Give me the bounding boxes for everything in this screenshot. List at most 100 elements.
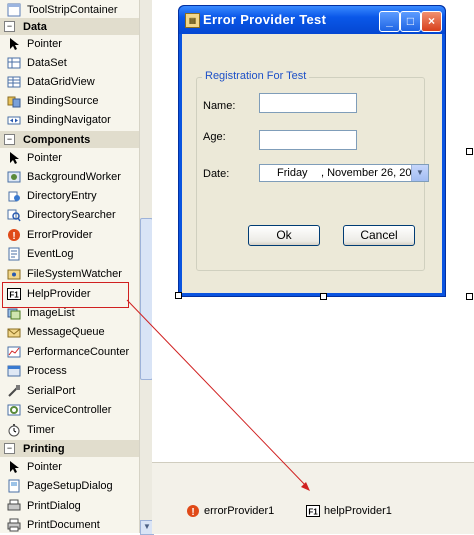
toolbox-item-label: PrintDocument bbox=[27, 518, 100, 531]
toolbox-item-dataset[interactable]: DataSet bbox=[0, 53, 140, 72]
toolbox-item-label: ErrorProvider bbox=[27, 228, 93, 241]
selection-handle[interactable] bbox=[320, 293, 327, 300]
help-f1-icon: F1 bbox=[306, 504, 320, 518]
toolbox-item-bindingnavigator[interactable]: BindingNavigator bbox=[0, 110, 140, 129]
toolbox-item-printdocument[interactable]: PrintDocument bbox=[0, 515, 140, 533]
age-input[interactable] bbox=[259, 130, 357, 150]
svg-text:!: ! bbox=[12, 231, 15, 242]
selection-handle[interactable] bbox=[466, 293, 473, 300]
dataset-icon bbox=[7, 56, 21, 70]
toolbox-item-performancecounter[interactable]: PerformanceCounter bbox=[0, 342, 140, 361]
chevron-down-icon[interactable]: ▼ bbox=[411, 165, 428, 181]
maximize-icon[interactable]: □ bbox=[400, 11, 421, 32]
name-label: Name: bbox=[203, 100, 236, 112]
toolbox-item-errorprovider[interactable]: ! ErrorProvider bbox=[0, 225, 140, 244]
performancecounter-icon bbox=[7, 345, 21, 359]
toolbox-item-label: PageSetupDialog bbox=[27, 479, 113, 492]
backgroundworker-icon bbox=[7, 170, 21, 184]
toolbox-item-label: Timer bbox=[27, 423, 55, 436]
form-title: Error Provider Test bbox=[203, 12, 327, 27]
toolbox-item-label: EventLog bbox=[27, 247, 74, 260]
toolbox-item-pointer[interactable]: Pointer bbox=[0, 34, 140, 53]
toolbox-item-label: ImageList bbox=[27, 306, 75, 319]
datagridview-icon bbox=[7, 75, 21, 89]
toolbox-item-messagequeue[interactable]: MessageQueue bbox=[0, 322, 140, 341]
toolbox-item-process[interactable]: Process bbox=[0, 361, 140, 380]
toolbox-item-directorysearcher[interactable]: DirectorySearcher bbox=[0, 205, 140, 224]
toolbox-item-label: PrintDialog bbox=[27, 499, 81, 512]
toolbox-item-label: SerialPort bbox=[27, 384, 76, 397]
pointer-icon bbox=[7, 151, 21, 165]
toolbox-item-bindingsource[interactable]: BindingSource bbox=[0, 91, 140, 110]
toolbox-item-eventlog[interactable]: EventLog bbox=[0, 244, 140, 263]
selection-handle[interactable] bbox=[175, 292, 182, 299]
toolbox-item-filesystemwatcher[interactable]: FileSystemWatcher bbox=[0, 264, 140, 283]
category-label: Data bbox=[23, 20, 47, 33]
toolbox-item-pointer[interactable]: Pointer bbox=[0, 148, 140, 167]
toolbox-category-components[interactable]: − Components bbox=[0, 131, 140, 148]
filesystemwatcher-icon bbox=[7, 267, 21, 281]
toolbox-item-timer[interactable]: Timer bbox=[0, 420, 140, 439]
name-input[interactable] bbox=[259, 93, 357, 113]
toolbox-category-data[interactable]: − Data bbox=[0, 18, 140, 35]
date-day: Friday bbox=[277, 167, 308, 179]
selection-handle[interactable] bbox=[466, 148, 473, 155]
minimize-icon[interactable]: _ bbox=[379, 11, 400, 32]
form-title-bar[interactable]: ▦ Error Provider Test _ □ × bbox=[179, 6, 445, 34]
category-label: Printing bbox=[23, 442, 65, 455]
toolbox-item-serialport[interactable]: SerialPort bbox=[0, 381, 140, 400]
printdocument-icon bbox=[7, 518, 21, 532]
toolbox-item-label: DirectoryEntry bbox=[27, 189, 97, 202]
toolbox-item-label: DirectorySearcher bbox=[27, 208, 116, 221]
collapse-icon[interactable]: − bbox=[4, 134, 15, 145]
date-picker[interactable]: Friday , November 26, 20 ▼ bbox=[259, 164, 429, 182]
tray-helpprovider1[interactable]: F1 helpProvider1 bbox=[306, 504, 392, 518]
component-tray[interactable] bbox=[152, 462, 474, 534]
toolbox-item-printdialog[interactable]: PrintDialog bbox=[0, 496, 140, 515]
tray-item-label: errorProvider1 bbox=[204, 505, 275, 517]
pointer-icon bbox=[7, 460, 21, 474]
directoryentry-icon bbox=[7, 189, 21, 203]
form-window[interactable]: ▦ Error Provider Test _ □ × Registration… bbox=[178, 5, 446, 297]
toolbox-item-label: DataGridView bbox=[27, 75, 95, 88]
age-label: Age: bbox=[203, 131, 226, 143]
toolbox-item-label: ToolStripContainer bbox=[27, 3, 118, 16]
bindingsource-icon bbox=[7, 94, 21, 108]
toolbox-item-directoryentry[interactable]: DirectoryEntry bbox=[0, 186, 140, 205]
cancel-button[interactable]: Cancel bbox=[343, 225, 415, 246]
printdialog-icon bbox=[7, 499, 21, 513]
form-client-area: Registration For Test Name: Age: Date: F… bbox=[182, 34, 442, 293]
toolbox-item-pagesetupdialog[interactable]: PageSetupDialog bbox=[0, 476, 140, 495]
toolbox-item-label: PerformanceCounter bbox=[27, 345, 130, 358]
toolbox-item-label: FileSystemWatcher bbox=[27, 267, 122, 280]
toolbox-item-label: Pointer bbox=[27, 460, 62, 473]
messagequeue-icon bbox=[7, 325, 21, 339]
tray-item-label: helpProvider1 bbox=[324, 505, 392, 517]
toolbox-item-label: BackgroundWorker bbox=[27, 170, 121, 183]
toolbox-item-pointer[interactable]: Pointer bbox=[0, 457, 140, 476]
bindingnavigator-icon bbox=[7, 113, 21, 127]
toolbox-item-label: Pointer bbox=[27, 37, 62, 50]
ok-button[interactable]: Ok bbox=[248, 225, 320, 246]
collapse-icon[interactable]: − bbox=[4, 21, 15, 32]
error-icon: ! bbox=[7, 228, 21, 242]
collapse-icon[interactable]: − bbox=[4, 443, 15, 454]
toolbox-item-datagridview[interactable]: DataGridView bbox=[0, 72, 140, 91]
timer-icon bbox=[7, 423, 21, 437]
close-icon[interactable]: × bbox=[421, 11, 442, 32]
form-app-icon: ▦ bbox=[185, 13, 200, 28]
highlight-box bbox=[2, 282, 129, 308]
category-label: Components bbox=[23, 133, 91, 146]
toolstripcontainer-icon bbox=[7, 3, 21, 17]
toolbox-item-label: BindingSource bbox=[27, 94, 99, 107]
tray-errorprovider1[interactable]: ! errorProvider1 bbox=[186, 504, 274, 518]
toolbox-category-printing[interactable]: − Printing bbox=[0, 440, 140, 457]
date-rest: , November 26, 20 bbox=[321, 167, 412, 179]
toolbox-item-toolstripcontainer[interactable]: ToolStripContainer bbox=[0, 0, 140, 19]
toolbox-item-backgroundworker[interactable]: BackgroundWorker bbox=[0, 167, 140, 186]
help-f1-icon-text: F1 bbox=[308, 508, 318, 517]
svg-text:!: ! bbox=[191, 507, 194, 518]
toolbox-item-label: DataSet bbox=[27, 56, 67, 69]
error-icon: ! bbox=[186, 504, 200, 518]
toolbox-item-servicecontroller[interactable]: ServiceController bbox=[0, 400, 140, 419]
